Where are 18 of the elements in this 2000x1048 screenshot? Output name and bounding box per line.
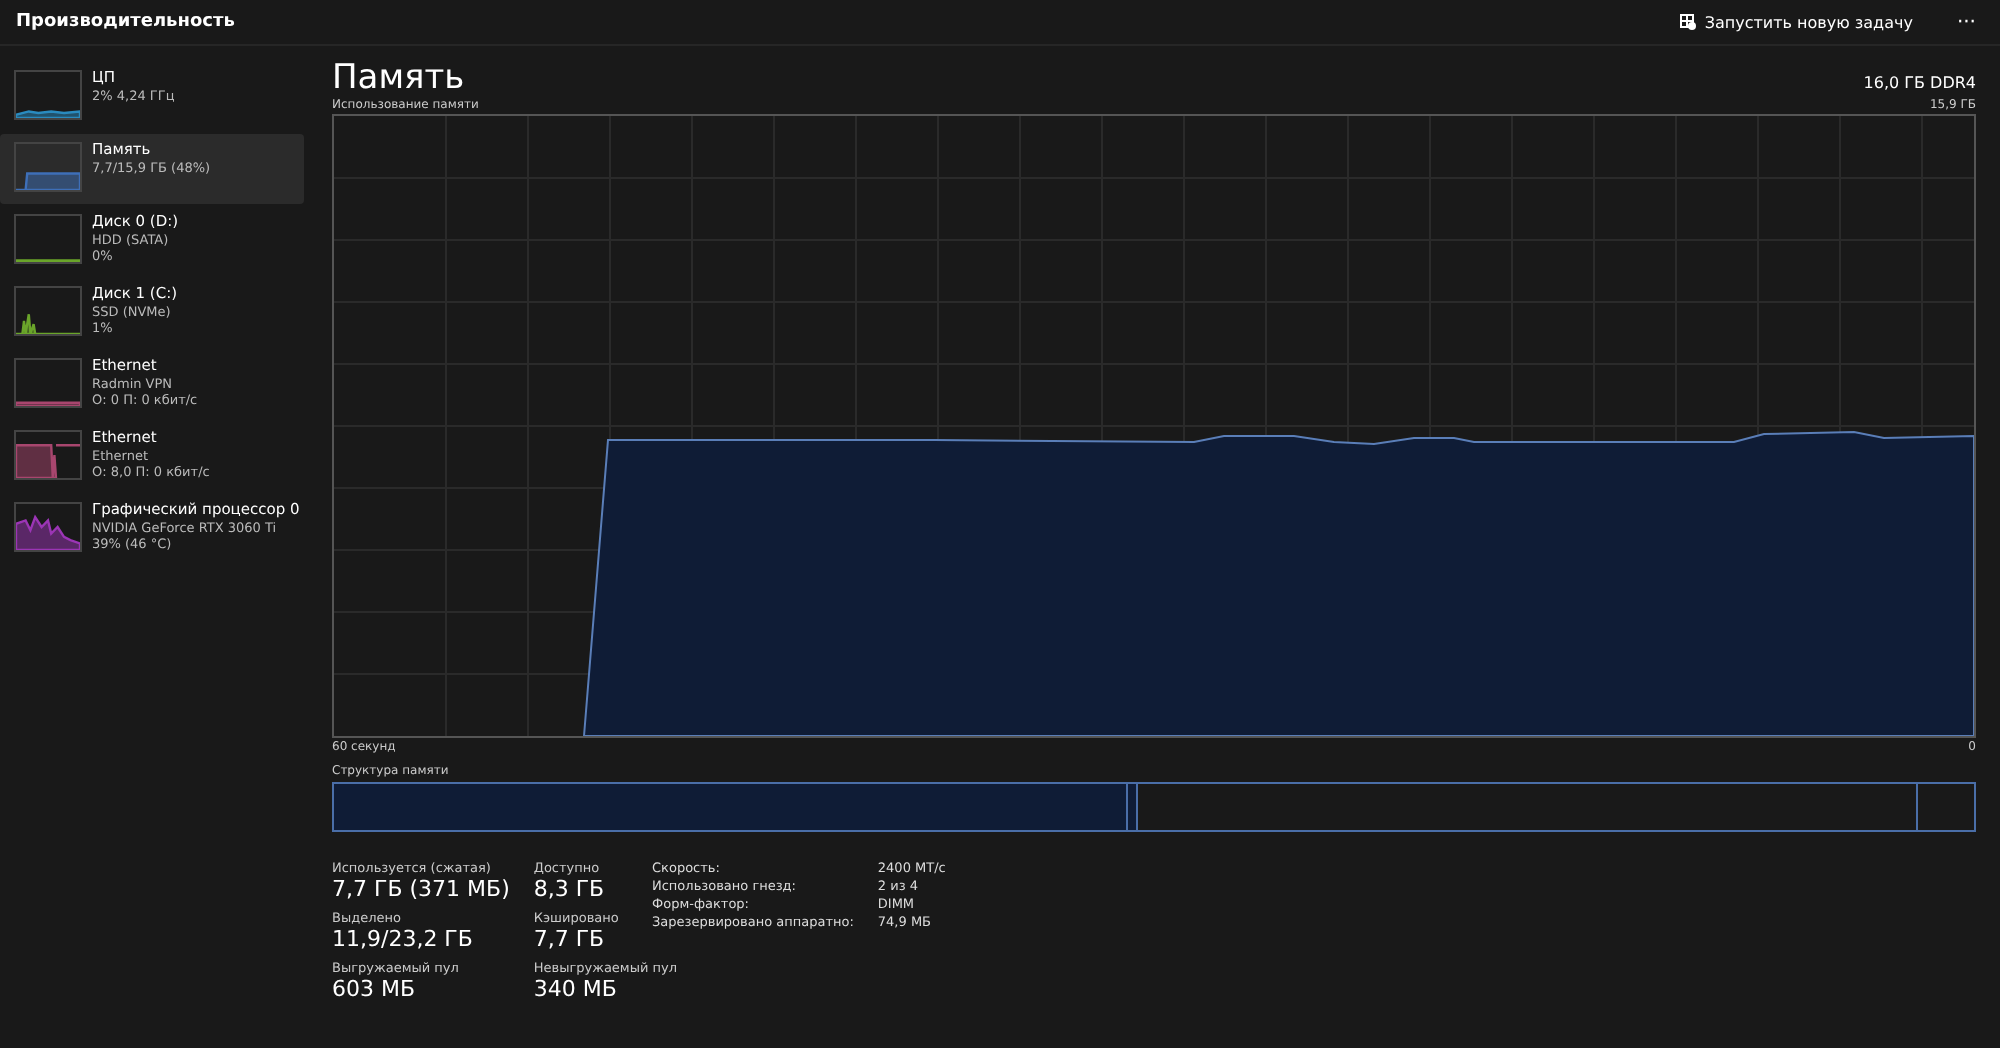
- sparkline-icon: [14, 70, 82, 120]
- sparkline-icon: [14, 142, 82, 192]
- sparkline-icon: [14, 502, 82, 552]
- stat-value: 340 МБ: [533, 976, 619, 1002]
- page-title: Память: [332, 58, 465, 98]
- sparkline-icon: [14, 430, 82, 480]
- sparkline-icon: [14, 214, 82, 264]
- window-title: Производительность: [16, 12, 235, 32]
- stat-value: 11,9/23,2 ГБ: [332, 926, 475, 952]
- more-button[interactable]: ···: [1948, 11, 1984, 33]
- stat-value: 7,7 ГБ: [533, 926, 607, 952]
- memory-spec: 16,0 ГБ DDR4: [1863, 74, 1976, 92]
- run-task-button[interactable]: Запустить новую задачу: [1672, 9, 1921, 35]
- sparkline-icon: [14, 286, 82, 336]
- stat-value: 603 МБ: [332, 976, 418, 1002]
- window-icon: [1680, 14, 1697, 30]
- sparkline-icon: [14, 358, 82, 408]
- stat-value: 7,7 ГБ (371 МБ): [332, 876, 510, 902]
